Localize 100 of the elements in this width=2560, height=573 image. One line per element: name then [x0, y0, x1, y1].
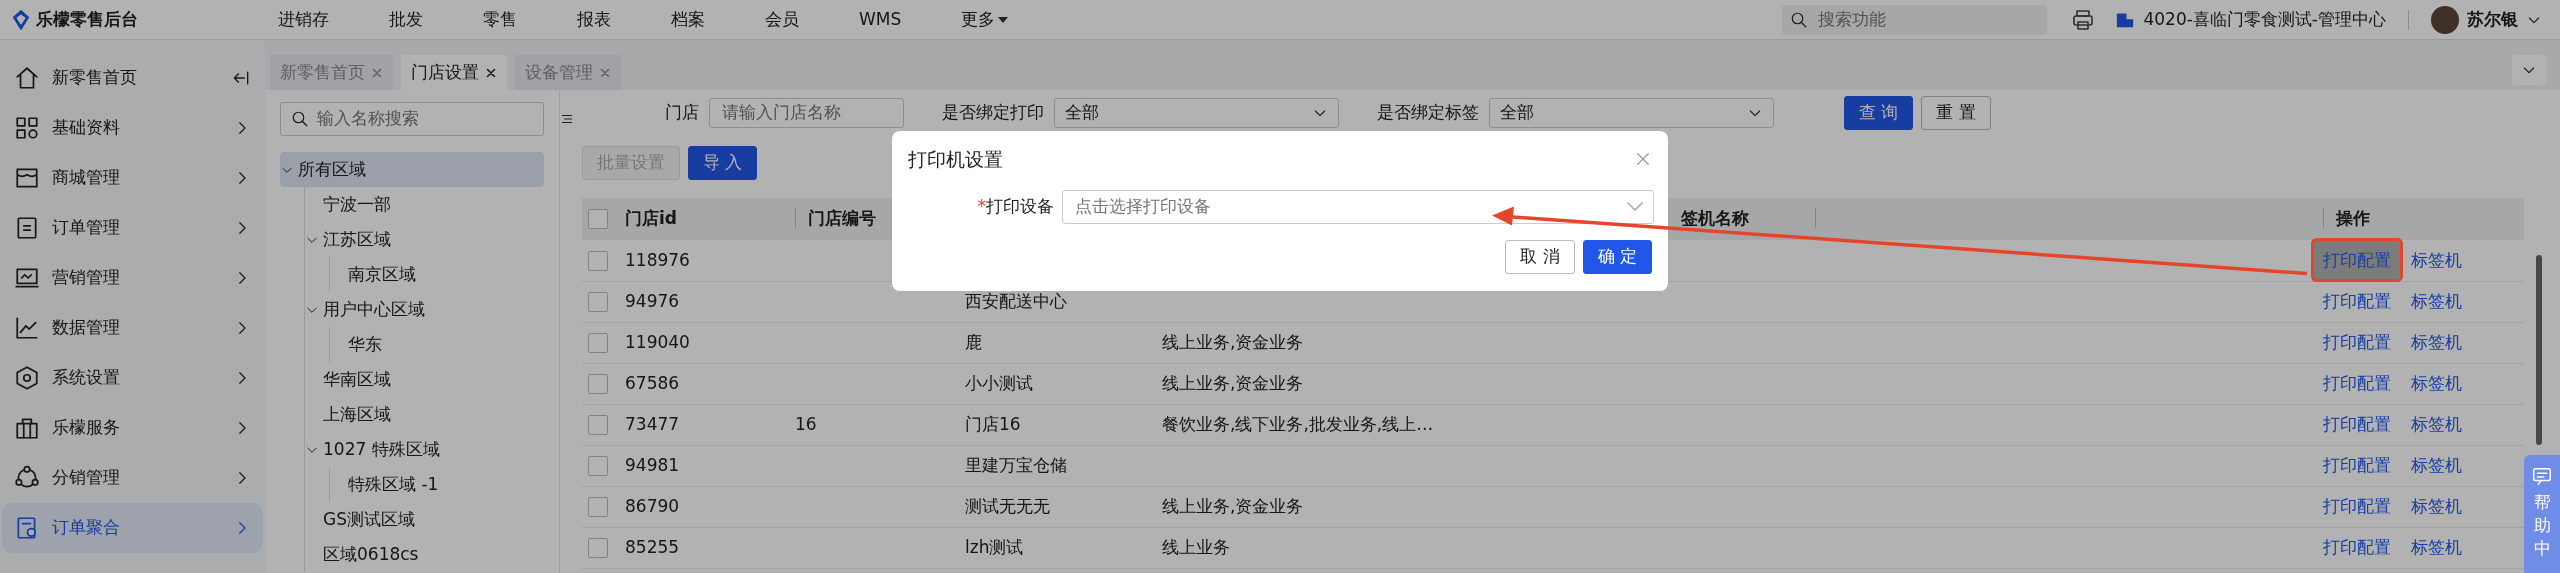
home-icon [14, 65, 40, 91]
nav-link[interactable]: 批发 [389, 6, 423, 33]
select-field[interactable]: 全部 [1489, 98, 1774, 128]
action-link[interactable]: 标签机 [2411, 413, 2462, 434]
sidebar-item[interactable]: 乐檬服务 [2, 403, 263, 453]
filter-label: 是否绑定打印 [941, 101, 1044, 125]
printer-icon[interactable] [2071, 7, 2096, 32]
search-field[interactable]: 输入名称搜索 [280, 102, 544, 136]
action-link[interactable]: 打印配置 [2323, 454, 2391, 475]
sidebar-item[interactable]: 新零售首页 [2, 53, 263, 103]
select-field[interactable]: 全部 [1054, 98, 1339, 128]
column-header: 签机名称 [1681, 208, 1749, 229]
table-cell: 73477 [625, 413, 680, 434]
checkbox[interactable] [588, 496, 608, 517]
sidebar-item[interactable]: 营销管理 [2, 253, 263, 303]
tree-node[interactable]: 特殊区域 -1 [330, 467, 544, 502]
import-button[interactable]: 导 入 [688, 146, 758, 180]
tree-node[interactable]: 上海区域 [305, 397, 544, 432]
select-field[interactable]: 点击选择打印设备 [1062, 189, 1654, 224]
search-field[interactable]: 搜索功能 [1782, 4, 2048, 35]
briefcase-icon [14, 415, 40, 441]
hexagon-icon [14, 365, 40, 391]
sidebar-item[interactable]: 商城管理 [2, 153, 263, 203]
tree-node[interactable]: 南京区域 [330, 257, 544, 292]
action-link[interactable]: 打印配置 [2323, 290, 2391, 311]
monitor-icon [14, 265, 40, 291]
table-cell: 里建万宝仓储 [965, 454, 1067, 475]
table-cell: 119040 [625, 331, 690, 352]
sidebar-item[interactable]: 订单聚合 [2, 503, 263, 553]
table-cell: 小小测试 [965, 372, 1033, 393]
confirm-button[interactable]: 确 定 [1582, 239, 1652, 274]
reset-button[interactable]: 重 置 [1921, 96, 1991, 130]
chat-icon [2531, 465, 2553, 487]
tree-node[interactable]: 区域0618cs [305, 537, 544, 572]
nav-link[interactable]: 进销存 [278, 6, 329, 33]
table-cell: 餐饮业务,线下业务,批发业务,线上… [1162, 413, 1434, 434]
column-header: 操作 [2323, 208, 2370, 229]
logo-icon [10, 8, 32, 31]
tree-node[interactable]: 华南区域 [305, 362, 544, 397]
nav-link[interactable]: 会员 [765, 6, 799, 33]
action-link[interactable]: 标签机 [2411, 331, 2462, 352]
tab[interactable]: 门店设置 [401, 55, 507, 90]
required-mark: * [977, 194, 986, 218]
action-link[interactable]: 标签机 [2411, 249, 2462, 270]
action-link[interactable]: 打印配置 [2323, 413, 2391, 434]
scrollbar[interactable] [2536, 255, 2542, 445]
checkbox[interactable] [588, 373, 608, 394]
column-header: 门店id [625, 208, 677, 229]
action-link[interactable]: 打印配置 [2323, 495, 2391, 516]
user-name[interactable]: 苏尔银 [2467, 6, 2518, 33]
table-cell: 94976 [625, 290, 680, 311]
table-cell: 测试无无无 [965, 495, 1050, 516]
store-field[interactable]: 请输入门店名称 [709, 98, 904, 128]
table-cell: 线上业务,资金业务 [1162, 372, 1304, 393]
table-cell: 鹿 [965, 331, 982, 352]
cancel-button[interactable]: 取 消 [1505, 239, 1575, 274]
close-icon[interactable] [485, 66, 497, 79]
action-link[interactable]: 标签机 [2411, 290, 2462, 311]
nav-link[interactable]: 档案 [671, 6, 705, 33]
action-link[interactable]: 标签机 [2411, 536, 2462, 557]
sidebar-item[interactable]: 分销管理 [2, 453, 263, 503]
tree-node[interactable]: 用户中心区域 [305, 292, 544, 327]
nav-link[interactable]: WMS [859, 6, 902, 33]
tree-node[interactable]: 1027 特殊区域 [305, 432, 544, 467]
sidebar-item[interactable]: 订单管理 [2, 203, 263, 253]
action-link[interactable]: 打印配置 [2323, 536, 2391, 557]
filter-label: 是否绑定标签 [1376, 101, 1479, 125]
tree-node[interactable]: 华东 [330, 327, 544, 362]
action-link[interactable]: 标签机 [2411, 495, 2462, 516]
query-button[interactable]: 查 询 [1844, 96, 1914, 130]
tree-node[interactable]: 所有区域 [280, 152, 544, 187]
checkbox[interactable] [588, 455, 608, 476]
action-link[interactable]: 打印配置 [2323, 331, 2391, 352]
table-cell: 86790 [625, 495, 680, 516]
tree-node[interactable]: 宁波一部 [305, 187, 544, 222]
action-link[interactable]: 标签机 [2411, 372, 2462, 393]
tree-node[interactable]: 江苏区域 [305, 222, 544, 257]
table-cell: 线上业务,资金业务 [1162, 495, 1304, 516]
checkbox[interactable] [588, 209, 608, 230]
nav-link[interactable]: 零售 [483, 6, 517, 33]
nav-link[interactable]: 报表 [577, 6, 611, 33]
search-icon [1790, 10, 1809, 29]
checkbox[interactable] [588, 250, 608, 271]
action-link[interactable]: 标签机 [2411, 454, 2462, 475]
table-cell: 门店16 [965, 413, 1021, 434]
sidebar-item[interactable]: 数据管理 [2, 303, 263, 353]
table-cell: 94981 [625, 454, 680, 475]
sidebar-item[interactable]: 系统设置 [2, 353, 263, 403]
checkbox[interactable] [588, 291, 608, 312]
nav-link[interactable]: 更多 [961, 6, 1009, 33]
checkbox[interactable] [588, 332, 608, 353]
organization-name[interactable]: 4020-喜临门零食测试-管理中心 [2143, 6, 2386, 33]
avatar[interactable] [2431, 5, 2459, 34]
tree-node[interactable]: GS测试区域 [305, 502, 544, 537]
sidebar-item[interactable]: 基础资料 [2, 103, 263, 153]
action-link[interactable]: 打印配置 [2323, 372, 2391, 393]
checkbox[interactable] [588, 537, 608, 558]
checkbox[interactable] [588, 414, 608, 435]
search-input[interactable]: 搜索功能 [1816, 5, 2040, 34]
document-icon [14, 215, 40, 241]
